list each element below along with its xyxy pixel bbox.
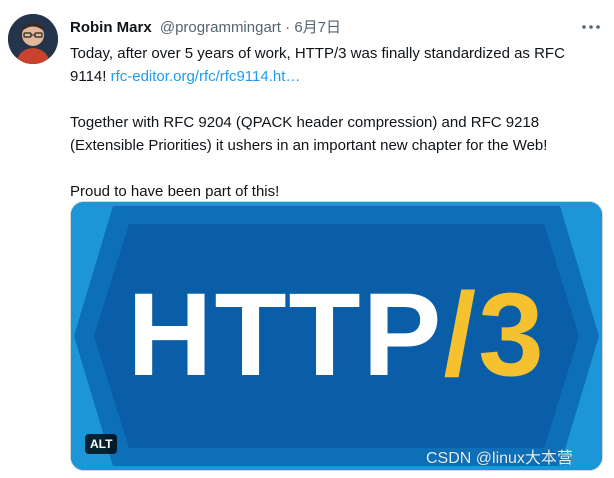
tweet-header: Robin Marx @programmingart · 6月7日 bbox=[70, 18, 341, 38]
tweet-media[interactable]: HTTP/3 ALT bbox=[70, 201, 603, 471]
http3-main-text: HTTP bbox=[127, 269, 444, 401]
watermark: CSDN @linux大本营 bbox=[426, 450, 573, 467]
http3-accent-text: /3 bbox=[443, 269, 546, 401]
more-dots-icon[interactable] bbox=[580, 16, 602, 38]
tweet-date[interactable]: 6月7日 bbox=[294, 19, 341, 36]
avatar-image bbox=[8, 14, 58, 64]
tweet-text: Today, after over 5 years of work, HTTP/… bbox=[70, 42, 605, 203]
http3-logo-text: HTTP/3 bbox=[71, 270, 602, 400]
tweet-paragraph-1: Today, after over 5 years of work, HTTP/… bbox=[70, 42, 605, 88]
tweet-paragraph-2: Together with RFC 9204 (QPACK header com… bbox=[70, 114, 548, 154]
author-display-name[interactable]: Robin Marx bbox=[70, 19, 152, 36]
rfc-link[interactable]: rfc-editor.org/rfc/rfc9114.ht… bbox=[111, 68, 301, 85]
tweet-paragraph-3: Proud to have been part of this! bbox=[70, 183, 280, 200]
author-handle[interactable]: @programmingart bbox=[160, 19, 281, 36]
avatar[interactable] bbox=[8, 14, 58, 64]
header-separator: · bbox=[285, 19, 291, 36]
alt-badge[interactable]: ALT bbox=[85, 434, 118, 454]
